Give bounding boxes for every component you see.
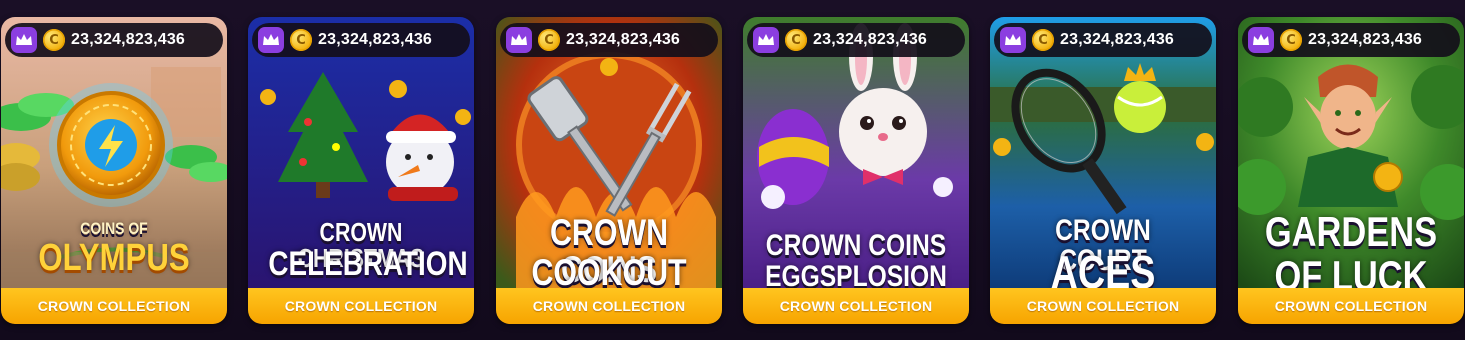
game-card-crown-christmas-celebration[interactable]: C 23,324,823,436 CROWN CHRISTMAS CELEBRA… (248, 17, 474, 324)
game-title-line-1: CROWN COINS (765, 229, 947, 262)
crown-icon (1000, 27, 1026, 53)
balance-pill: C 23,324,823,436 (500, 23, 718, 57)
coin-icon: C (785, 29, 807, 51)
game-card-crown-coins-cookout[interactable]: C 23,324,823,436 CROWN COINS COOKOUT CRO… (496, 17, 722, 324)
collection-label: CROWN COLLECTION (496, 288, 722, 324)
game-card-crown-court-aces[interactable]: C 23,324,823,436 CROWN COURT ACES CROWN … (990, 17, 1216, 324)
crown-icon (11, 27, 37, 53)
balance-pill: C 23,324,823,436 (5, 23, 223, 57)
balance-amount: 23,324,823,436 (1060, 31, 1175, 48)
game-title-line-2: CELEBRATION (268, 245, 468, 283)
crown-icon (506, 27, 532, 53)
game-card-coins-of-olympus[interactable]: C 23,324,823,436 COINS OF OLYMPUS CROWN … (1, 17, 227, 324)
collection-label: CROWN COLLECTION (1, 288, 227, 324)
collection-label: CROWN COLLECTION (743, 288, 969, 324)
balance-amount: 23,324,823,436 (318, 31, 433, 48)
balance-pill: C 23,324,823,436 (1242, 23, 1460, 57)
balance-pill: C 23,324,823,436 (747, 23, 965, 57)
balance-pill: C 23,324,823,436 (994, 23, 1212, 57)
coin-icon: C (1280, 29, 1302, 51)
balance-pill: C 23,324,823,436 (252, 23, 470, 57)
coin-icon: C (290, 29, 312, 51)
balance-amount: 23,324,823,436 (1308, 31, 1423, 48)
balance-amount: 23,324,823,436 (813, 31, 928, 48)
coin-icon: C (538, 29, 560, 51)
game-carousel: C 23,324,823,436 COINS OF OLYMPUS CROWN … (0, 0, 1465, 340)
collection-label: CROWN COLLECTION (990, 288, 1216, 324)
balance-amount: 23,324,823,436 (566, 31, 681, 48)
game-card-gardens-of-luck[interactable]: C 23,324,823,436 GARDENS OF LUCK CROWN C… (1238, 17, 1464, 324)
crown-icon (753, 27, 779, 53)
collection-label: CROWN COLLECTION (248, 288, 474, 324)
game-title-line-2: COOKOUT (531, 252, 687, 293)
game-title-top: COINS OF (80, 219, 148, 238)
coin-icon: C (43, 29, 65, 51)
collection-label: CROWN COLLECTION (1238, 288, 1464, 324)
crown-icon (1248, 27, 1274, 53)
game-title-line-1: GARDENS (1264, 208, 1438, 255)
balance-amount: 23,324,823,436 (71, 31, 186, 48)
crown-icon (258, 27, 284, 53)
coin-icon: C (1032, 29, 1054, 51)
game-title: OLYMPUS (38, 237, 190, 279)
game-card-crown-coins-eggsplosion[interactable]: C 23,324,823,436 CROWN COINS EGGSPLOSION… (743, 17, 969, 324)
